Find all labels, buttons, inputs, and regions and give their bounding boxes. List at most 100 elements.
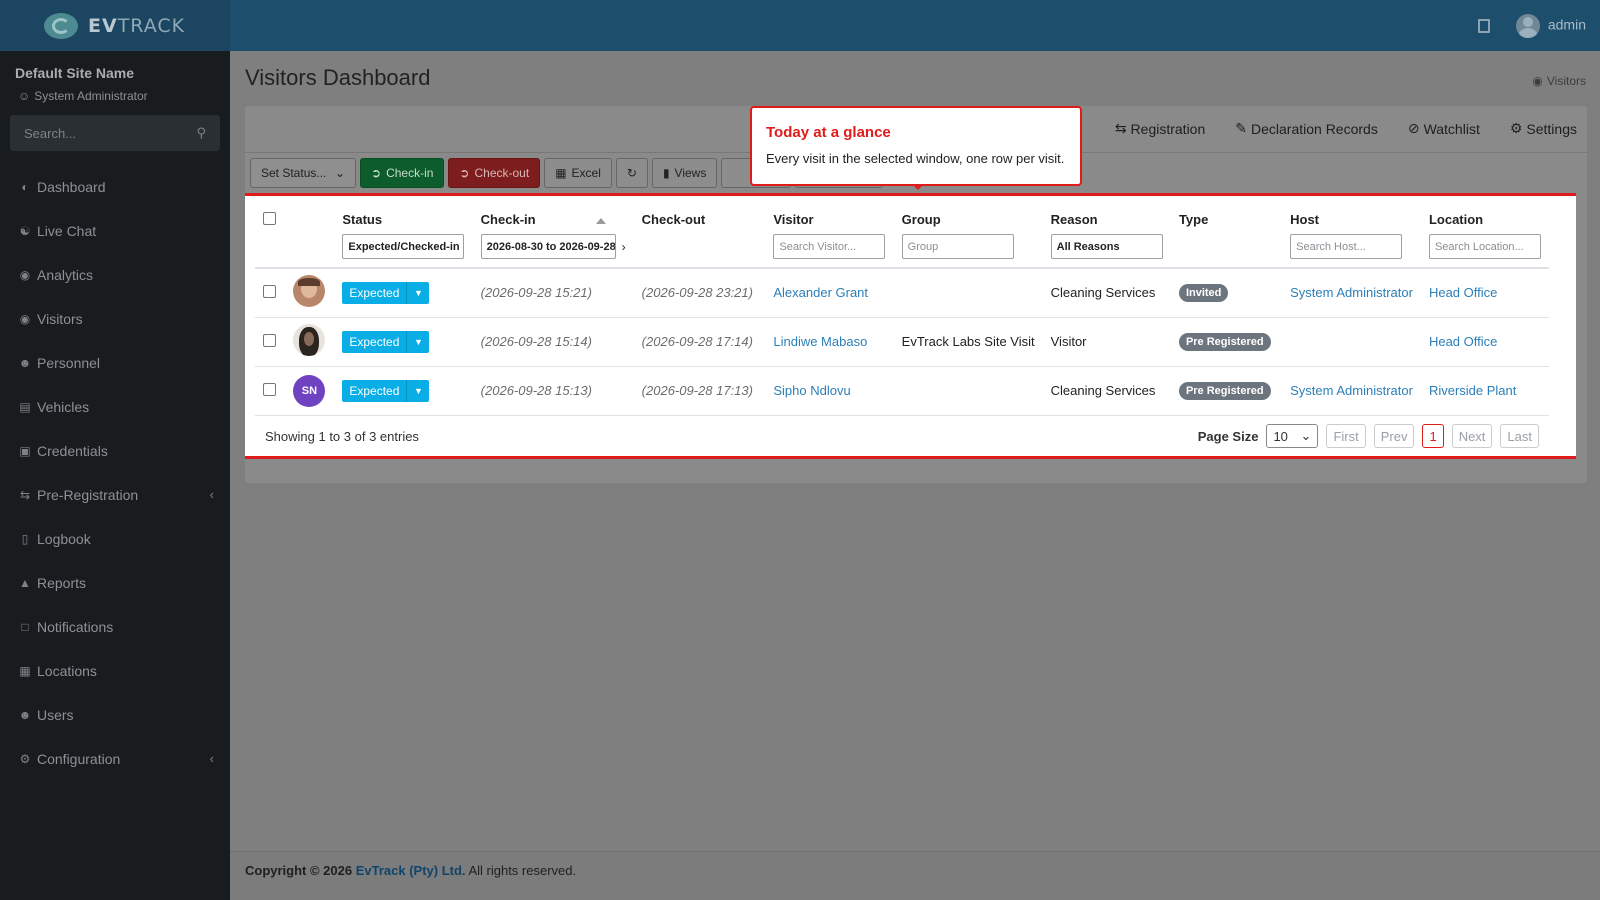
ban-icon: ⊘ — [1407, 120, 1420, 136]
chevron-left-icon: ‹ — [209, 751, 214, 766]
chevron-right-icon[interactable]: › — [622, 240, 626, 254]
table-row[interactable]: Expected ▼ (2026-09-28 15:14) (2026-09-28… — [255, 317, 1549, 367]
tab-settings[interactable]: ⚙ Settings — [1510, 120, 1577, 137]
location-link[interactable]: Head Office — [1420, 317, 1549, 367]
caret-down-icon: ▼ — [407, 379, 430, 402]
group-cell: EvTrack Labs Site Visit — [893, 317, 1043, 367]
sidebar-item-dashboard[interactable]: ◐ Dashboard — [0, 165, 230, 209]
table-footer: Showing 1 to 3 of 3 entries Page Size 10… — [255, 418, 1549, 454]
check-in-button[interactable]: ➲ Check-in — [360, 158, 445, 188]
visitors-table-panel: Status Check-in Check-out Visitor Group … — [245, 193, 1576, 459]
col-checkout[interactable]: Check-out — [634, 204, 766, 230]
book-icon: ▯ — [21, 532, 29, 546]
location-search-input[interactable]: Search Location... — [1428, 234, 1541, 259]
sidebar-item-credentials[interactable]: ▣ Credentials — [0, 429, 230, 473]
group-filter-input[interactable]: Group — [901, 234, 1014, 259]
checkin-date-filter[interactable]: 2026-08-30 to 2026-09-28 — [480, 234, 616, 259]
status-dropdown-button[interactable]: Expected ▼ — [342, 379, 430, 402]
col-visitor[interactable]: Visitor — [765, 204, 893, 230]
page-title: Visitors Dashboard — [245, 65, 431, 90]
sidebar-item-vehicles[interactable]: ▤ Vehicles — [0, 385, 230, 429]
sidebar-item-notifications[interactable]: □ Notifications — [0, 605, 230, 649]
refresh-button[interactable]: ↻ — [615, 158, 648, 188]
table-row[interactable]: Expected ▼ (2026-09-28 15:21) (2026-09-28… — [255, 268, 1549, 318]
row-checkbox[interactable] — [263, 382, 276, 396]
status-dropdown-button[interactable]: Expected ▼ — [342, 281, 430, 304]
logo-icon — [40, 10, 84, 42]
check-out-button[interactable]: ➲ Check-out — [448, 158, 541, 188]
host-search-input[interactable]: Search Host... — [1290, 234, 1403, 259]
type-badge: Pre Registered — [1178, 332, 1271, 351]
host-link[interactable]: System Administrator — [1282, 366, 1421, 416]
col-group[interactable]: Group — [894, 204, 1043, 230]
sidebar-item-pre-registration[interactable]: ⇆ Pre-Registration ‹ — [0, 473, 230, 517]
sidebar-item-reports[interactable]: ▲ Reports — [0, 561, 230, 605]
exchange-icon: ⇆ — [19, 488, 31, 502]
checkin-time: (2026-09-28 15:13) — [472, 366, 634, 416]
first-page-button[interactable]: First — [1326, 424, 1366, 448]
row-checkbox[interactable] — [263, 333, 276, 347]
host-link[interactable]: System Administrator — [1282, 268, 1421, 318]
company-link[interactable]: EvTrack (Pty) Ltd. — [356, 863, 466, 878]
col-host[interactable]: Host — [1282, 204, 1421, 230]
visitor-avatar: SN — [293, 374, 326, 407]
tab-registration[interactable]: ⇆ Registration — [1115, 120, 1205, 137]
prev-page-button[interactable]: Prev — [1373, 424, 1415, 448]
location-link[interactable]: Riverside Plant — [1420, 366, 1549, 416]
next-page-button[interactable]: Next — [1451, 424, 1493, 448]
top-right-controls: admin — [1477, 0, 1586, 51]
sidebar-item-visitors[interactable]: ◉ Visitors — [0, 297, 230, 341]
checkin-time: (2026-09-28 15:21) — [472, 268, 634, 318]
select-all-checkbox[interactable] — [263, 212, 276, 225]
col-location[interactable]: Location — [1421, 204, 1549, 230]
visitor-avatar — [293, 324, 326, 356]
tab-declaration-records[interactable]: ✎ Declaration Records — [1235, 120, 1378, 137]
sidebar-item-locations[interactable]: ▦ Locations — [0, 649, 230, 693]
headset-icon: ☯ — [19, 224, 31, 238]
sidebar-item-analytics[interactable]: ◉ Analytics — [0, 253, 230, 297]
col-checkin[interactable]: Check-in — [473, 204, 634, 230]
reason-filter[interactable]: All Reasons — [1050, 234, 1163, 259]
excel-button[interactable]: ▦ Excel — [544, 158, 612, 188]
table-row[interactable]: SN Expected ▼ (2026-09-28 15:13) (2026-09… — [255, 366, 1549, 416]
eye-icon: ◉ — [19, 312, 31, 326]
sign-in-icon: ➲ — [371, 166, 382, 180]
sidebar-item-users[interactable]: ☻ Users — [0, 693, 230, 737]
tab-watchlist[interactable]: ⊘ Watchlist — [1408, 120, 1480, 137]
caret-down-icon: ▼ — [407, 281, 430, 304]
sign-out-icon: ➲ — [459, 166, 470, 180]
col-reason[interactable]: Reason — [1043, 204, 1171, 230]
visitor-link[interactable]: Sipho Ndlovu — [765, 366, 894, 416]
current-page-button[interactable]: 1 — [1422, 424, 1444, 448]
visitor-search-input[interactable]: Search Visitor... — [773, 234, 886, 259]
checkout-time: (2026-09-28 17:13) — [633, 366, 766, 416]
host-link[interactable] — [1282, 317, 1421, 367]
user-role: ☺ System Administrator — [18, 89, 148, 103]
brand-logo[interactable]: EVTRACK — [0, 0, 230, 51]
reason-cell: Cleaning Services — [1042, 366, 1171, 416]
page-size-select[interactable]: 10 ⌄ — [1266, 424, 1319, 448]
set-status-select[interactable]: Set Status... ⌄ — [250, 158, 356, 188]
sidebar-item-logbook[interactable]: ▯ Logbook — [0, 517, 230, 561]
sidebar-search-input[interactable]: Search... ⚲ — [10, 115, 220, 151]
book-icon[interactable] — [1477, 18, 1490, 33]
status-filter[interactable]: Expected/Checked-in — [342, 234, 465, 259]
sidebar-item-configuration[interactable]: ⚙ Configuration ‹ — [0, 737, 230, 781]
visitor-link[interactable]: Alexander Grant — [765, 268, 894, 318]
visitor-link[interactable]: Lindiwe Mabaso — [765, 317, 894, 367]
group-cell — [893, 366, 1043, 416]
search-icon[interactable]: ⚲ — [196, 125, 206, 141]
col-type[interactable]: Type — [1171, 204, 1282, 230]
sidebar-item-personnel[interactable]: ☻ Personnel — [0, 341, 230, 385]
row-checkbox[interactable] — [263, 284, 276, 298]
sidebar-item-live-chat[interactable]: ☯ Live Chat — [0, 209, 230, 253]
dashboard-icon: ◐ — [21, 180, 29, 194]
status-dropdown-button[interactable]: Expected ▼ — [342, 330, 430, 353]
location-link[interactable]: Head Office — [1420, 268, 1549, 318]
last-page-button[interactable]: Last — [1500, 424, 1539, 448]
user-menu[interactable]: admin — [1515, 13, 1586, 38]
breadcrumb[interactable]: ◉ Visitors — [1532, 74, 1586, 88]
col-status[interactable]: Status — [334, 204, 472, 230]
views-button[interactable]: ▮ Views — [651, 158, 718, 188]
brand-name: EVTRACK — [88, 14, 186, 37]
